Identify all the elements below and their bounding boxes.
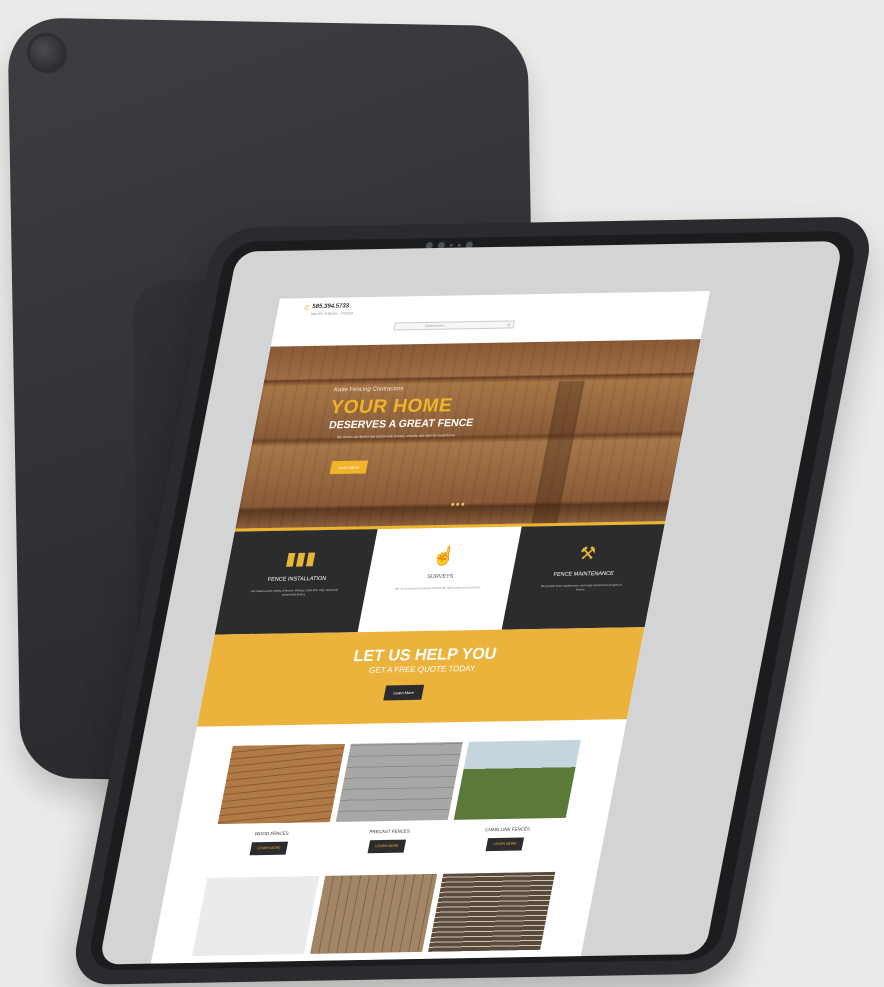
product-name: WOOD FENCES	[254, 830, 290, 837]
service-surveys[interactable]: ☝ SURVEYS We can survey your property an…	[358, 526, 522, 633]
phone-number[interactable]: 585.394.5733	[312, 303, 350, 310]
hero-text: Our fences are built to last and provide…	[336, 433, 457, 440]
product-card: CHAIN LINK FENCES LEARN MORE	[448, 739, 581, 852]
service-fence-maintenance[interactable]: ⚒ FENCE MAINTENANCE We provide fence mai…	[501, 524, 665, 630]
chain-link-fence-image[interactable]	[453, 739, 581, 820]
hero-kicker: Katie Fencing Contractors	[333, 386, 404, 394]
slider-dot[interactable]	[450, 502, 455, 506]
service-text: We install a wide variety of fences. Pri…	[250, 587, 339, 597]
fence-icon: ▮▮▮	[284, 548, 318, 569]
slider-dots[interactable]	[450, 502, 465, 506]
search-placeholder: Search here...	[424, 323, 448, 329]
slider-dot[interactable]	[460, 502, 465, 506]
phone-icon: ✆	[303, 305, 311, 313]
camera-icon	[29, 35, 65, 71]
service-title: FENCE MAINTENANCE	[552, 570, 615, 578]
service-title: FENCE INSTALLATION	[267, 575, 327, 583]
vinyl-fence-image[interactable]	[192, 875, 320, 956]
learn-more-button[interactable]: LEARN MORE	[485, 837, 525, 852]
learn-more-button[interactable]: LEARN MORE	[249, 841, 289, 856]
service-text: We provide fence maintenance and repair …	[540, 582, 623, 592]
precast-fence-image[interactable]	[335, 741, 463, 822]
cta-section: LET US HELP YOU GET A FREE QUOTE TODAY L…	[196, 627, 645, 727]
product-card	[428, 871, 556, 952]
service-title: SURVEYS	[426, 573, 454, 581]
cta-learn-more-button[interactable]: Learn More	[383, 684, 425, 701]
learn-more-button[interactable]: LEARN MORE	[367, 839, 407, 854]
tan-fence-image[interactable]	[310, 873, 438, 954]
product-card: PRECAST FENCES LEARN MORE	[330, 741, 463, 854]
slider-dot[interactable]	[455, 502, 460, 506]
search-input[interactable]: Search here... ⚲	[393, 320, 515, 331]
site-header: ✆ 585.394.5733 Mon-Fri: 8:00 am - 7:00 p…	[270, 291, 711, 347]
services-section: ▮▮▮ FENCE INSTALLATION We install a wide…	[214, 521, 666, 635]
hero-title: YOUR HOME	[328, 395, 455, 419]
search-icon[interactable]: ⚲	[506, 322, 511, 329]
hammer-icon: ⚒	[577, 543, 598, 564]
product-card	[192, 875, 320, 956]
hero-learn-more-button[interactable]: Learn More	[329, 460, 369, 475]
product-card	[310, 873, 438, 954]
hero-banner: Katie Fencing Contractors YOUR HOME DESE…	[235, 339, 701, 529]
service-text: We can survey your property and find the…	[394, 585, 482, 591]
slat-fence-image[interactable]	[428, 871, 556, 952]
hero-fence-post	[531, 381, 585, 524]
wood-fence-image[interactable]	[217, 743, 345, 824]
products-grid: WOOD FENCES LEARN MORE PRECAST FENCES LE…	[152, 719, 627, 957]
product-name: CHAIN LINK FENCES	[484, 826, 531, 833]
business-hours: Mon-Fri: 8:00 am - 7:00 pm	[310, 311, 354, 317]
product-card: WOOD FENCES LEARN MORE	[212, 743, 345, 856]
product-name: PRECAST FENCES	[368, 828, 411, 835]
survey-hand-icon: ☝	[431, 545, 458, 567]
hero-subtitle: DESERVES A GREAT FENCE	[327, 416, 475, 432]
service-fence-installation[interactable]: ▮▮▮ FENCE INSTALLATION We install a wide…	[214, 529, 379, 635]
website: ✆ 585.394.5733 Mon-Fri: 8:00 am - 7:00 p…	[150, 291, 711, 964]
